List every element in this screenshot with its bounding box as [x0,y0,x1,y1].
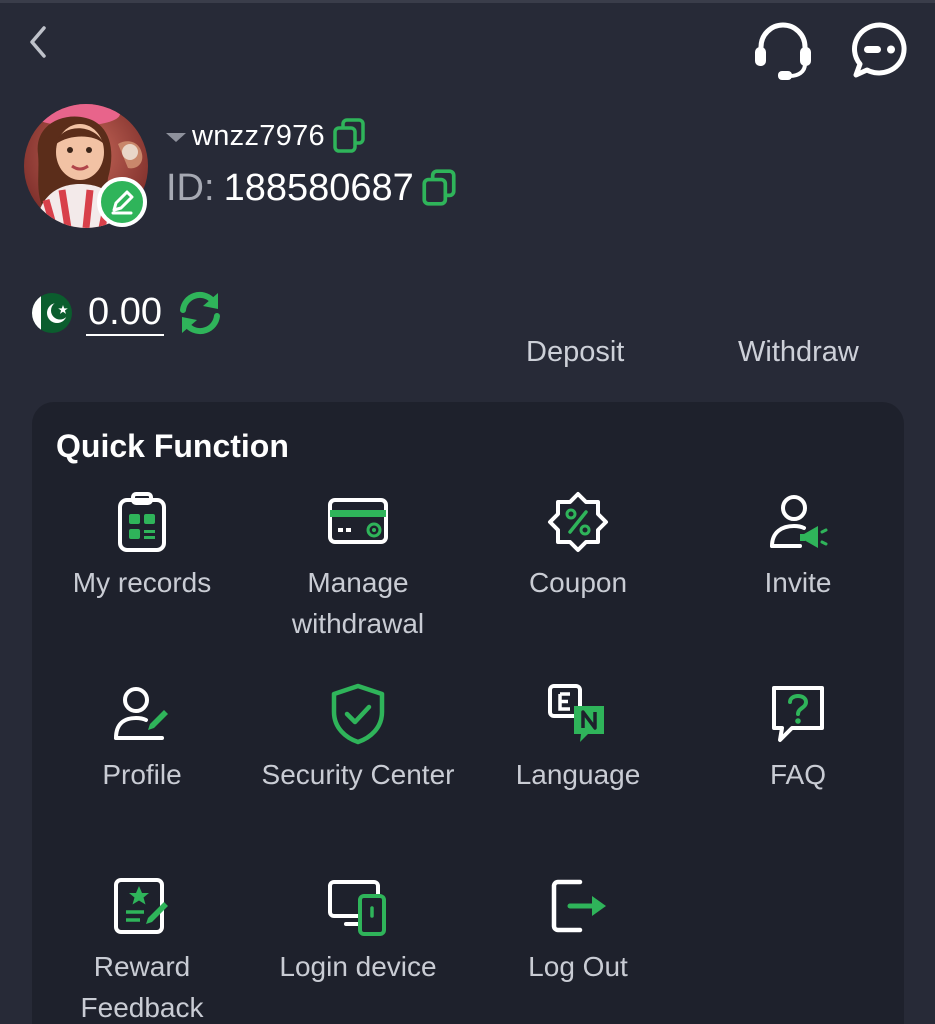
security-center-button[interactable]: Security Center [248,682,468,795]
username: wnzz7976 [192,119,325,152]
manage-withdrawal-button[interactable]: Manage withdrawal [248,490,468,644]
copy-id-icon[interactable] [420,168,458,208]
edit-avatar-button[interactable] [97,177,147,227]
language-en-icon [548,684,604,742]
user-id-row: ID: 188580687 [166,162,458,214]
username-row: wnzz7976 [166,116,367,156]
profile-label: Profile [102,759,182,790]
coupon-label: Coupon [528,567,628,598]
language-label: Language [515,759,641,790]
top-divider [0,0,935,3]
language-button[interactable]: Language [468,682,688,795]
coupon-button[interactable]: Coupon [468,490,688,603]
shield-check-icon [331,683,385,745]
pencil-icon [111,190,134,215]
logout-label: Log Out [528,951,628,982]
withdraw-button[interactable]: Withdraw [738,336,859,369]
wallet-balance[interactable]: 0.00 [86,290,164,336]
copy-username-icon[interactable] [331,117,367,155]
coupon-percent-icon [548,492,608,552]
login-device-icon [328,880,386,936]
invite-button[interactable]: Invite [688,490,908,603]
chat-message-icon[interactable] [850,20,910,80]
security-center-label: Security Center [261,759,455,790]
refresh-balance-icon[interactable] [176,289,224,337]
customer-support-headset-icon[interactable] [752,20,814,82]
invite-label: Invite [764,567,832,598]
faq-button[interactable]: FAQ [688,682,908,795]
login-device-label: Login device [279,951,437,982]
faq-label: FAQ [769,759,826,790]
profile-button[interactable]: Profile [32,682,252,795]
user-id-label: ID: [166,166,215,209]
login-device-button[interactable]: Login device [248,874,468,987]
reward-feedback-label: Reward Feedback [80,951,204,1023]
quick-function-title: Quick Function [56,428,289,464]
user-id-value: 188580687 [223,166,414,209]
logout-icon [551,879,606,933]
credit-card-icon [328,498,388,544]
quick-function-panel: Quick Function My records Manage withdra… [32,402,904,1024]
faq-question-icon [772,686,824,742]
account-dropdown-caret-icon[interactable] [166,132,186,142]
deposit-button[interactable]: Deposit [526,336,624,369]
pakistan-flag-icon [32,293,72,333]
invite-user-megaphone-icon [770,495,828,548]
records-clipboard-icon [118,492,166,552]
my-records-button[interactable]: My records [32,490,252,603]
reward-feedback-button[interactable]: Reward Feedback [32,874,252,1024]
balance-row: 0.00 [30,286,224,340]
manage-withdrawal-label: Manage withdrawal [291,567,425,639]
profile-edit-icon [114,687,168,740]
my-records-label: My records [72,567,212,598]
reward-feedback-icon [114,878,168,934]
back-arrow-icon[interactable] [22,22,58,62]
logout-button[interactable]: Log Out [468,874,688,987]
